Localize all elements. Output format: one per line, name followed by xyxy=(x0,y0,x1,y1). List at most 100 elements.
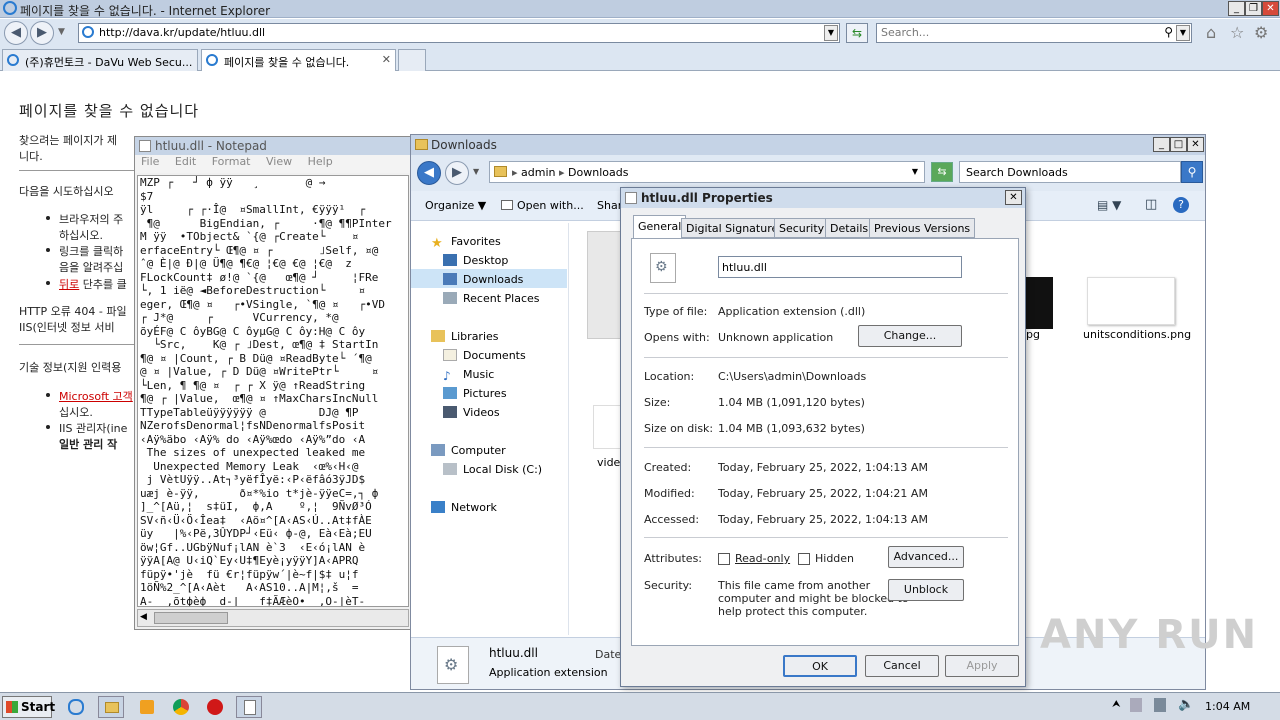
tab-details[interactable]: Details xyxy=(825,218,874,238)
tab-close-icon[interactable]: ✕ xyxy=(382,53,391,66)
menu-format[interactable]: Format xyxy=(212,155,251,168)
properties-close-button[interactable]: ✕ xyxy=(1005,190,1022,205)
organize-button[interactable]: Organize ▼ xyxy=(425,199,486,212)
read-only-label[interactable]: Read-only xyxy=(735,552,790,565)
tab-not-found[interactable]: 페이지를 찾을 수 없습니다. ✕ xyxy=(201,49,396,71)
action-center-icon[interactable] xyxy=(1130,698,1142,712)
ok-button[interactable]: OK xyxy=(783,655,857,677)
apply-button[interactable]: Apply xyxy=(945,655,1019,677)
notepad-text-area[interactable]: MZP ┌ ┘ ф ÿÿ ¸ @ → $7 ÿl ┌ ┌·Î@ ¤SmallInt,… xyxy=(137,175,409,607)
nav-local-disk[interactable]: Local Disk (C:) xyxy=(443,463,542,476)
volume-icon[interactable]: 🔈 xyxy=(1178,697,1194,712)
view-options-icon[interactable]: ▤ ▼ xyxy=(1097,198,1121,212)
preview-pane-icon[interactable]: ◫ xyxy=(1145,197,1157,212)
media-player-icon xyxy=(140,700,154,714)
menu-view[interactable]: View xyxy=(266,155,292,168)
forward-button[interactable]: ▶ xyxy=(30,21,54,45)
change-button[interactable]: Change... xyxy=(858,325,962,347)
tab-davu[interactable]: (주)휴먼토크 - DaVu Web Secu... xyxy=(2,49,198,71)
nav-downloads[interactable]: Downloads xyxy=(443,273,523,286)
cancel-button[interactable]: Cancel xyxy=(865,655,939,677)
unblock-button[interactable]: Unblock xyxy=(888,579,964,601)
breadcrumb-downloads[interactable]: Downloads xyxy=(568,166,628,179)
tools-gear-icon[interactable]: ⚙ xyxy=(1254,23,1268,42)
nav-favorites[interactable]: ★ Favorites xyxy=(431,235,501,251)
search-input[interactable]: Search... ⚲ ▼ xyxy=(876,23,1192,43)
help-icon[interactable]: ? xyxy=(1173,197,1189,213)
media-player-taskbar-icon[interactable] xyxy=(134,696,160,718)
refresh-icon[interactable]: ⇆ xyxy=(931,162,953,182)
nav-recent-places[interactable]: Recent Places xyxy=(443,292,540,305)
back-button[interactable]: ◀ xyxy=(4,21,28,45)
breadcrumb-dropdown-icon[interactable]: ▼ xyxy=(912,167,918,176)
menu-edit[interactable]: Edit xyxy=(175,155,196,168)
recent-pages-icon[interactable]: ▼ xyxy=(473,167,479,176)
notepad-taskbar-icon[interactable] xyxy=(236,696,262,718)
network-tray-icon[interactable] xyxy=(1154,698,1166,712)
file-thumbnail[interactable] xyxy=(593,405,623,449)
history-dropdown-icon[interactable]: ▼ xyxy=(58,27,65,37)
nav-libraries[interactable]: Libraries xyxy=(431,330,499,343)
read-only-checkbox[interactable] xyxy=(718,553,730,565)
nav-music[interactable]: ♪ Music xyxy=(443,368,494,383)
nav-documents[interactable]: Documents xyxy=(443,349,526,362)
home-icon[interactable]: ⌂ xyxy=(1206,23,1216,42)
notepad-title-bar: htluu.dll - Notepad xyxy=(135,137,411,155)
star-icon: ★ xyxy=(431,236,443,251)
page-text: 브라우저의 주 xyxy=(59,213,124,226)
new-tab-button[interactable] xyxy=(398,49,426,71)
address-dropdown-icon[interactable]: ▼ xyxy=(824,25,838,41)
tab-general[interactable]: General xyxy=(633,215,687,239)
nav-videos[interactable]: Videos xyxy=(443,406,500,419)
file-thumbnail[interactable] xyxy=(1087,277,1175,325)
file-name-field[interactable] xyxy=(718,256,962,278)
tab-digital-signatures[interactable]: Digital Signatures xyxy=(681,218,789,238)
restore-button[interactable]: ❐ xyxy=(1245,1,1262,16)
nav-computer[interactable]: Computer xyxy=(431,444,506,457)
tab-security[interactable]: Security xyxy=(774,218,830,238)
start-button[interactable]: Start xyxy=(2,696,55,718)
notepad-window: htluu.dll - Notepad File Edit Format Vie… xyxy=(134,136,412,630)
address-bar[interactable]: http://dava.kr/update/htluu.dll ▼ xyxy=(78,23,840,43)
tray-expand-icon[interactable]: ⮝ xyxy=(1112,699,1121,710)
explorer-back-button[interactable]: ◀ xyxy=(417,161,441,185)
breadcrumb-admin[interactable]: admin xyxy=(521,166,555,179)
advanced-button[interactable]: Advanced... xyxy=(888,546,964,568)
explorer-search-placeholder: Search Downloads xyxy=(966,166,1068,179)
close-button[interactable]: ✕ xyxy=(1262,1,1279,16)
open-with-button[interactable]: Open with... xyxy=(501,199,584,212)
ie-taskbar-icon[interactable] xyxy=(64,696,90,718)
menu-file[interactable]: File xyxy=(141,155,159,168)
ie-title-bar: 페이지를 찾을 수 없습니다. - Internet Explorer _ ❐ … xyxy=(0,0,1280,18)
hidden-checkbox[interactable] xyxy=(798,553,810,565)
explorer-maximize-button[interactable]: □ xyxy=(1170,137,1187,152)
explorer-forward-button[interactable]: ▶ xyxy=(445,161,469,185)
explorer-taskbar-icon[interactable] xyxy=(98,696,124,718)
menu-help[interactable]: Help xyxy=(308,155,333,168)
explorer-minimize-button[interactable]: _ xyxy=(1153,137,1170,152)
search-icon[interactable]: ⚲ xyxy=(1164,25,1173,39)
file-label[interactable]: unitsconditions.png xyxy=(1083,328,1191,341)
explorer-search-input[interactable]: Search Downloads xyxy=(959,161,1181,183)
hidden-label[interactable]: Hidden xyxy=(815,552,854,565)
favorites-star-icon[interactable]: ☆ xyxy=(1230,23,1244,42)
breadcrumb[interactable]: ▸ admin ▸ Downloads ▼ xyxy=(489,161,925,183)
opera-taskbar-icon[interactable] xyxy=(202,696,228,718)
share-button[interactable]: Shar xyxy=(597,199,622,212)
search-dropdown-icon[interactable]: ▼ xyxy=(1176,25,1190,41)
scroll-thumb[interactable] xyxy=(154,612,228,624)
scroll-left-icon[interactable]: ◀ xyxy=(140,612,147,622)
search-icon[interactable]: ⚲ xyxy=(1181,161,1203,183)
back-link[interactable]: 뒤로 xyxy=(59,278,79,291)
tab-previous-versions[interactable]: Previous Versions xyxy=(869,218,976,238)
horizontal-scrollbar[interactable]: ◀ xyxy=(137,609,409,627)
microsoft-link[interactable]: Microsoft 고객 xyxy=(59,388,133,404)
refresh-icon[interactable]: ⇆ xyxy=(846,23,868,43)
chrome-taskbar-icon[interactable] xyxy=(168,696,194,718)
nav-desktop[interactable]: Desktop xyxy=(443,254,508,267)
nav-network[interactable]: Network xyxy=(431,501,497,514)
file-label[interactable]: vide xyxy=(597,456,620,469)
explorer-close-button[interactable]: ✕ xyxy=(1187,137,1204,152)
nav-pictures[interactable]: Pictures xyxy=(443,387,507,400)
minimize-button[interactable]: _ xyxy=(1228,1,1245,16)
